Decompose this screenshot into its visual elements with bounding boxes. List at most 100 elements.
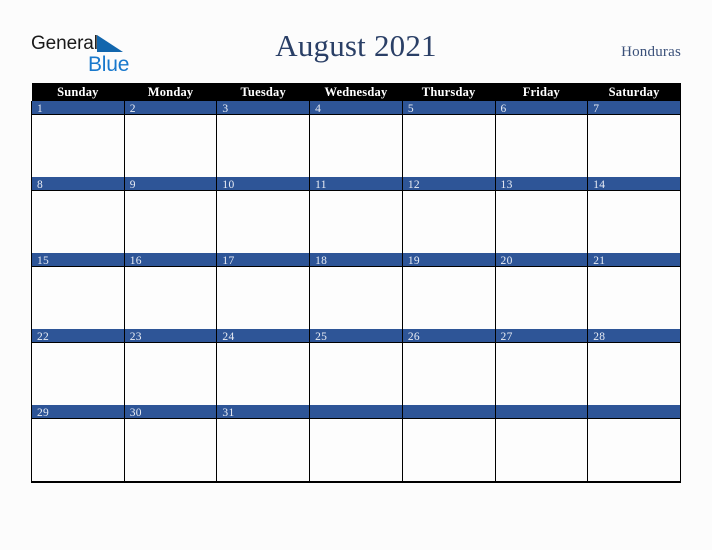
calendar-week-row: 1 2 3 4 5 6 7 [31,101,681,177]
day-events-area[interactable] [32,343,124,404]
calendar-day-cell[interactable]: 6 [494,101,589,177]
day-number: 23 [129,331,142,343]
day-number: 22 [37,331,50,343]
day-number: 26 [407,331,420,343]
page-header: General Blue August 2021 Honduras [0,0,712,83]
calendar-week-row: 15 16 17 18 19 20 21 [31,253,681,329]
calendar-week-row: 29 30 31 [31,405,681,483]
day-number: 10 [222,179,235,191]
calendar-day-cell[interactable]: 17 [216,253,311,329]
calendar-day-cell[interactable]: 20 [494,253,589,329]
calendar-day-cell-empty [494,405,589,483]
weekday-header-row: Sunday Monday Tuesday Wednesday Thursday… [31,83,681,101]
calendar-day-cell[interactable]: 30 [123,405,218,483]
day-number: 28 [593,331,606,343]
day-events-area[interactable] [124,419,217,480]
calendar-day-cell[interactable]: 14 [587,177,681,253]
calendar-day-cell[interactable]: 22 [31,329,125,405]
calendar-day-cell[interactable]: 11 [309,177,403,253]
day-events-area[interactable] [588,343,680,404]
calendar-day-cell-empty [587,405,681,483]
day-events-area[interactable] [217,343,310,404]
calendar-day-cell[interactable]: 1 [31,101,125,177]
calendar-day-cell[interactable]: 12 [401,177,496,253]
day-events-area[interactable] [310,267,402,328]
calendar-day-cell[interactable]: 10 [216,177,311,253]
day-events-area [588,419,680,480]
day-events-area[interactable] [310,115,402,176]
day-events-area[interactable] [588,267,680,328]
calendar-day-cell[interactable]: 16 [123,253,218,329]
day-events-area[interactable] [402,343,495,404]
day-events-area[interactable] [402,115,495,176]
day-events-area[interactable] [32,419,124,480]
day-events-area[interactable] [402,267,495,328]
calendar-day-cell[interactable]: 2 [123,101,218,177]
day-number: 16 [129,255,142,267]
day-number: 11 [315,179,327,191]
calendar-day-cell[interactable]: 5 [401,101,496,177]
day-number: 2 [129,103,136,115]
calendar-day-cell[interactable]: 15 [31,253,125,329]
calendar-day-cell[interactable]: 29 [31,405,125,483]
day-events-area[interactable] [217,267,310,328]
day-events-area[interactable] [495,267,588,328]
calendar-day-cell[interactable]: 27 [494,329,589,405]
weekday-header-tuesday: Tuesday [216,83,310,101]
day-events-area[interactable] [217,115,310,176]
calendar-day-cell[interactable]: 21 [587,253,681,329]
calendar-day-cell[interactable]: 25 [309,329,403,405]
weekday-header-sunday: Sunday [31,83,125,101]
calendar-day-cell[interactable]: 13 [494,177,589,253]
day-events-area[interactable] [495,343,588,404]
calendar-day-cell-empty [309,405,403,483]
calendar-week-row: 22 23 24 25 26 27 28 [31,329,681,405]
day-events-area[interactable] [32,191,124,252]
day-events-area[interactable] [495,191,588,252]
day-number: 3 [222,103,229,115]
day-events-area[interactable] [310,343,402,404]
day-events-area[interactable] [217,191,310,252]
day-events-area[interactable] [495,115,588,176]
calendar-day-cell[interactable]: 24 [216,329,311,405]
calendar-day-cell[interactable]: 19 [401,253,496,329]
weekday-header-thursday: Thursday [402,83,496,101]
day-events-area[interactable] [402,191,495,252]
calendar-page: General Blue August 2021 Honduras Sunday… [0,0,712,550]
calendar-day-cell[interactable]: 28 [587,329,681,405]
day-number: 31 [222,407,235,419]
calendar-day-cell[interactable]: 4 [309,101,403,177]
day-events-area[interactable] [124,343,217,404]
day-number: 17 [222,255,235,267]
day-number: 30 [129,407,142,419]
day-events-area[interactable] [124,267,217,328]
day-events-area[interactable] [588,191,680,252]
calendar-day-cell[interactable]: 3 [216,101,311,177]
day-number: 24 [222,331,235,343]
day-number: 1 [37,103,44,115]
day-number: 20 [500,255,513,267]
day-events-area[interactable] [217,419,310,480]
calendar-day-cell[interactable]: 31 [216,405,311,483]
country-label: Honduras [621,44,681,60]
day-events-area[interactable] [32,267,124,328]
weekday-header-saturday: Saturday [587,83,681,101]
day-events-area[interactable] [32,115,124,176]
calendar-day-cell[interactable]: 7 [587,101,681,177]
calendar-day-cell[interactable]: 18 [309,253,403,329]
day-events-area[interactable] [124,191,217,252]
calendar-day-cell[interactable]: 9 [123,177,218,253]
day-number: 7 [593,103,600,115]
day-number: 29 [37,407,50,419]
day-events-area [495,419,588,480]
day-number: 5 [407,103,414,115]
calendar-day-cell[interactable]: 8 [31,177,125,253]
day-events-area[interactable] [124,115,217,176]
calendar-day-cell[interactable]: 23 [123,329,218,405]
calendar-day-cell[interactable]: 26 [401,329,496,405]
day-events-area[interactable] [310,191,402,252]
day-number: 18 [315,255,328,267]
day-events-area[interactable] [588,115,680,176]
day-number: 4 [315,103,322,115]
calendar-header-row-group: Sunday Monday Tuesday Wednesday Thursday… [31,83,681,101]
